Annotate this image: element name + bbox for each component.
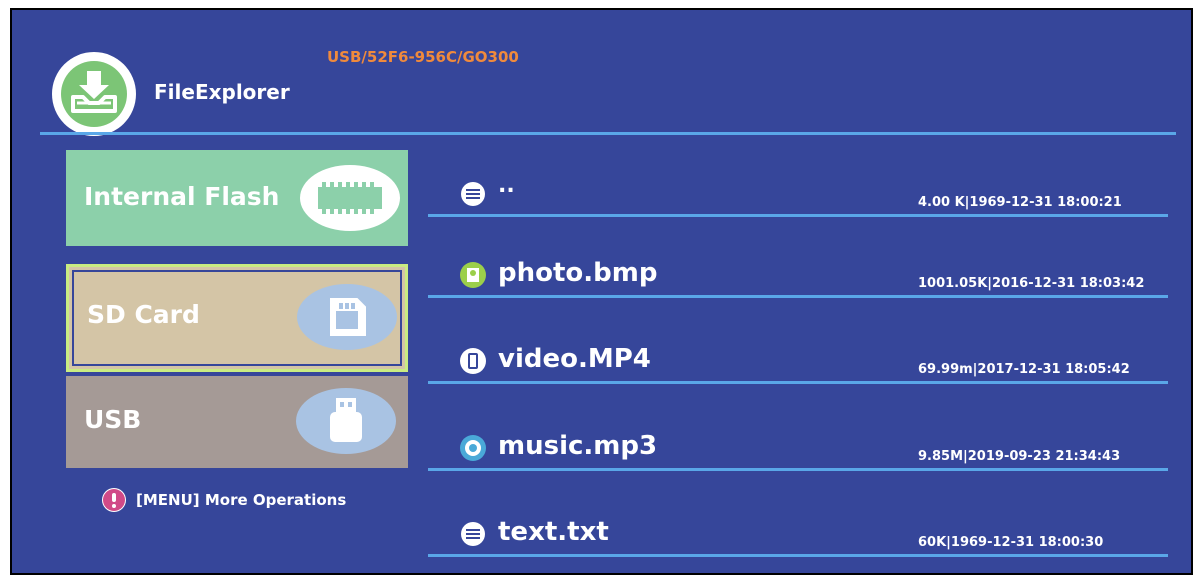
music-icon: [458, 433, 488, 463]
row-divider: [428, 295, 1168, 298]
storage-label: USB: [84, 405, 142, 434]
file-name: text.txt: [498, 517, 609, 547]
storage-label: SD Card: [87, 300, 200, 329]
file-row-text[interactable]: text.txt 60K|1969-12-31 18:00:30: [428, 507, 1168, 557]
file-row-music[interactable]: music.mp3 9.85M|2019-09-23 21:34:43: [428, 421, 1168, 471]
folder-icon: [458, 179, 488, 209]
file-name: music.mp3: [498, 431, 658, 461]
file-meta: 4.00 K|1969-12-31 18:00:21: [918, 195, 1122, 210]
file-meta: 1001.05K|2016-12-31 18:03:42: [918, 276, 1145, 291]
file-row-photo[interactable]: photo.bmp 1001.05K|2016-12-31 18:03:42: [428, 248, 1168, 298]
app-title: FileExplorer: [154, 80, 290, 104]
chip-icon: [300, 165, 400, 231]
sd-card-icon: [297, 284, 397, 350]
file-explorer-download-icon: [52, 52, 136, 136]
exclamation-icon: [102, 488, 126, 512]
row-divider: [428, 468, 1168, 471]
file-name: ..: [498, 173, 515, 198]
video-icon: [458, 346, 488, 376]
row-divider: [428, 554, 1168, 557]
file-explorer-screen: FileExplorer USB/52F6-956C/GO300 Interna…: [10, 8, 1193, 575]
file-name: photo.bmp: [498, 258, 658, 288]
row-divider: [428, 214, 1168, 217]
text-file-icon: [458, 519, 488, 549]
storage-label: Internal Flash: [84, 182, 280, 211]
storage-usb[interactable]: USB: [66, 376, 408, 468]
file-name: video.MP4: [498, 344, 651, 374]
file-row-video[interactable]: video.MP4 69.99m|2017-12-31 18:05:42: [428, 334, 1168, 384]
file-meta: 60K|1969-12-31 18:00:30: [918, 535, 1104, 550]
current-path: USB/52F6-956C/GO300: [327, 48, 519, 66]
storage-sd-card[interactable]: SD Card: [66, 264, 408, 372]
file-meta: 69.99m|2017-12-31 18:05:42: [918, 362, 1130, 377]
row-divider: [428, 381, 1168, 384]
file-row-parent[interactable]: .. 4.00 K|1969-12-31 18:00:21: [428, 167, 1168, 217]
image-icon: [458, 260, 488, 290]
usb-drive-icon: [296, 388, 396, 454]
storage-internal-flash[interactable]: Internal Flash: [66, 150, 408, 246]
file-meta: 9.85M|2019-09-23 21:34:43: [918, 449, 1121, 464]
header-divider: [40, 132, 1176, 135]
hint-text: [MENU] More Operations: [136, 491, 347, 509]
more-operations-hint: [MENU] More Operations: [102, 488, 346, 512]
